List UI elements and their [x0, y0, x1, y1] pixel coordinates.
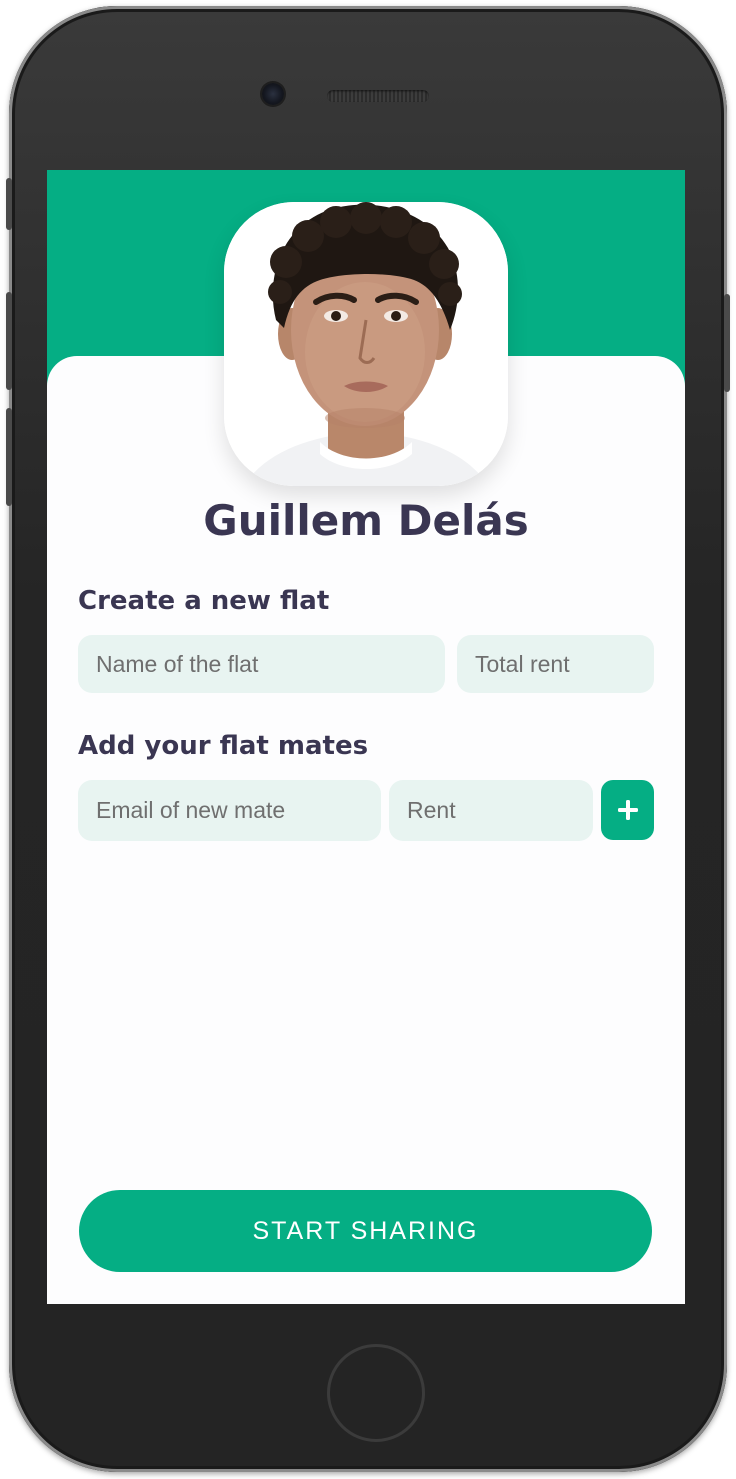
total-rent-input[interactable]: [457, 635, 654, 693]
plus-icon: [617, 800, 638, 820]
flat-mates-heading: Add your flat mates: [78, 731, 369, 761]
home-button: [327, 1344, 425, 1442]
mute-switch: [6, 178, 12, 230]
avatar: [224, 202, 508, 486]
power-button: [724, 294, 730, 392]
front-camera: [262, 83, 284, 105]
create-flat-heading: Create a new flat: [78, 586, 330, 616]
start-sharing-label: START SHARING: [252, 1216, 479, 1245]
start-sharing-button[interactable]: START SHARING: [79, 1190, 652, 1272]
mate-email-input[interactable]: [78, 780, 381, 841]
mate-rent-input[interactable]: [389, 780, 593, 841]
user-name: Guillem Delás: [203, 496, 529, 545]
flat-name-input[interactable]: [78, 635, 445, 693]
app-screen: Guillem Delás Create a new flat Add your…: [47, 170, 685, 1304]
earpiece-speaker: [327, 90, 429, 102]
volume-down-button: [6, 408, 12, 506]
volume-up-button: [6, 292, 12, 390]
avatar-photo: [224, 202, 508, 486]
add-mate-button[interactable]: [601, 780, 654, 840]
